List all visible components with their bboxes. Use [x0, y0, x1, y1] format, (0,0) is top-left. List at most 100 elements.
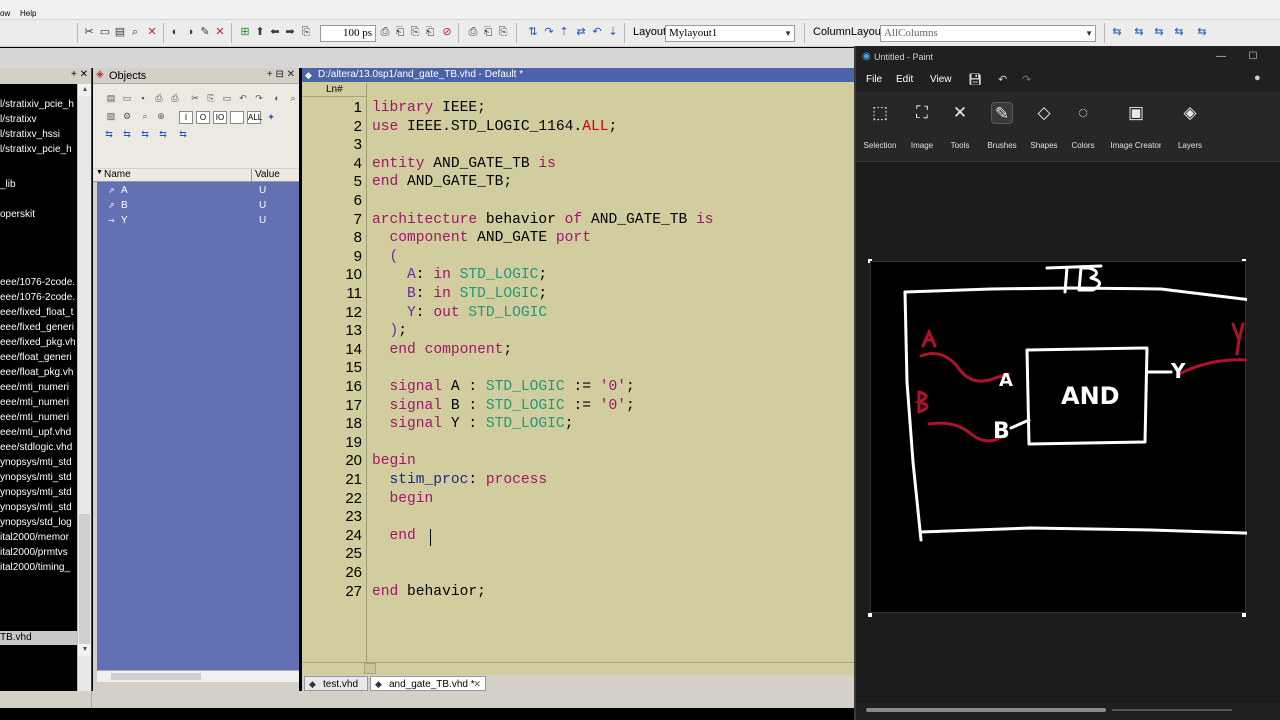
- ribbon-image[interactable]: ⛶ Image: [904, 102, 940, 158]
- step-current-icon[interactable]: ↶: [590, 25, 604, 39]
- library-item[interactable]: eee/fixed_pkg.vh: [0, 336, 77, 350]
- forward-arrow-icon[interactable]: ➡: [283, 25, 297, 39]
- save-icon[interactable]: 💾︎: [968, 73, 982, 86]
- library-item[interactable]: eee/fixed_float_t: [0, 306, 77, 320]
- step-over-icon[interactable]: ⎗: [481, 25, 495, 39]
- code-line[interactable]: B: in STD_LOGIC;: [372, 285, 547, 303]
- wave-add-2-icon[interactable]: ⇆: [121, 128, 133, 140]
- code-line[interactable]: end AND_GATE_TB;: [372, 173, 512, 191]
- library-item[interactable]: ital2000/prmtvs: [0, 546, 77, 560]
- scroll-up-icon[interactable]: ▲: [78, 84, 91, 96]
- code-line[interactable]: (: [372, 248, 399, 266]
- library-item[interactable]: eee/float_generi: [0, 351, 77, 365]
- undo-icon[interactable]: ↶: [998, 73, 1007, 86]
- up-arrow-icon[interactable]: ⬆: [253, 25, 267, 39]
- wave-icon[interactable]: ⊞: [238, 25, 252, 39]
- maximize-icon[interactable]: ☐: [1246, 46, 1260, 68]
- new-icon[interactable]: ▤: [105, 92, 117, 104]
- step-return-icon[interactable]: ⇄: [574, 25, 588, 39]
- library-scrollbar[interactable]: ▲ ▼: [77, 84, 91, 708]
- wave-add-5-icon[interactable]: ⇆: [177, 128, 189, 140]
- library-item[interactable]: _lib: [0, 178, 77, 192]
- library-item[interactable]: ynopsys/std_log: [0, 516, 77, 530]
- code-line[interactable]: stim_proc: process: [372, 471, 548, 489]
- wave-add-4-icon[interactable]: ⇆: [157, 128, 169, 140]
- scroll-thumb[interactable]: [364, 663, 376, 674]
- tab-and-gate-tb-vhd[interactable]: ◆ and_gate_TB.vhd * ✕: [370, 676, 486, 691]
- library-item[interactable]: l/stratixv_pcie_h: [0, 143, 77, 157]
- object-row[interactable]: ⇗ A U: [97, 183, 299, 198]
- filter-internal-button[interactable]: [230, 111, 244, 124]
- layout-dropdown[interactable]: Mylayout1 ▼: [665, 25, 795, 42]
- open-icon[interactable]: ▭: [121, 92, 133, 104]
- paint-menu-edit[interactable]: Edit: [896, 74, 913, 85]
- copy-icon[interactable]: ▤: [113, 25, 127, 39]
- gear-icon[interactable]: ⚙: [121, 110, 133, 122]
- column-name[interactable]: Name: [104, 169, 131, 180]
- filter-all-button[interactable]: ALL: [247, 111, 262, 124]
- library-item[interactable]: ynopsys/mti_std: [0, 501, 77, 515]
- code-line[interactable]: architecture behavior of AND_GATE_TB is: [372, 211, 714, 229]
- library-item[interactable]: eee/mti_numeri: [0, 396, 77, 410]
- code-line[interactable]: signal B : STD_LOGIC := '0';: [372, 397, 635, 415]
- library-item[interactable]: eee/float_pkg.vh: [0, 366, 77, 380]
- ribbon-selection[interactable]: ⬚ Selection: [862, 102, 898, 158]
- ribbon-brushes[interactable]: ✎ Brushes: [984, 102, 1020, 158]
- library-item[interactable]: ynopsys/mti_std: [0, 471, 77, 485]
- run-length-input[interactable]: 100 ps: [320, 25, 376, 42]
- wave-zoom-full-icon[interactable]: ⇆: [1172, 25, 1186, 39]
- run-icon[interactable]: ⎙: [378, 25, 392, 39]
- print-2-icon[interactable]: ⎙: [169, 92, 181, 104]
- close-icon[interactable]: ✕: [473, 677, 481, 692]
- run-all-2-icon[interactable]: ⎗: [423, 25, 437, 39]
- library-item[interactable]: eee/mti_numeri: [0, 381, 77, 395]
- library-item[interactable]: eee/1076-2code.: [0, 291, 77, 305]
- library-item[interactable]: ital2000/timing_: [0, 561, 77, 575]
- step-out-icon[interactable]: ⎘: [496, 25, 510, 39]
- library-item[interactable]: ynopsys/mti_std: [0, 456, 77, 470]
- close-icon[interactable]: + ⊟ ✕: [267, 69, 295, 80]
- code-line[interactable]: use IEEE.STD_LOGIC_1164.ALL;: [372, 118, 617, 136]
- code-line[interactable]: signal A : STD_LOGIC := '0';: [372, 378, 635, 396]
- library-item[interactable]: eee/1076-2code.: [0, 276, 77, 290]
- step-into-icon[interactable]: ⇅: [526, 25, 540, 39]
- paint-menu-view[interactable]: View: [930, 74, 952, 85]
- object-row[interactable]: ⇗ B U: [97, 198, 299, 213]
- object-row[interactable]: ⇝ Y U: [97, 213, 299, 228]
- undo-icon[interactable]: ↶: [237, 92, 249, 104]
- wand-icon[interactable]: ✦: [265, 111, 277, 123]
- library-item[interactable]: ynopsys/mti_std: [0, 486, 77, 500]
- paste-icon[interactable]: ▭: [221, 92, 233, 104]
- paint-menu-file[interactable]: File: [866, 74, 882, 85]
- continue-icon[interactable]: ⎗: [393, 25, 407, 39]
- ribbon-shapes[interactable]: ◇ Shapes: [1026, 102, 1062, 158]
- paint-horizontal-scrollbar[interactable]: [856, 705, 1280, 715]
- ribbon-colors[interactable]: ◌ Colors: [1066, 102, 1100, 158]
- code-line[interactable]: end: [372, 527, 425, 545]
- code-line[interactable]: end component;: [372, 341, 513, 359]
- code-line[interactable]: entity AND_GATE_TB is: [372, 155, 556, 173]
- close-icon[interactable]: + ✕: [71, 69, 88, 80]
- filter-input-button[interactable]: I: [179, 111, 193, 124]
- delete-icon[interactable]: ✕: [145, 25, 159, 39]
- break-icon[interactable]: ✕: [213, 25, 227, 39]
- wave-add-3-icon[interactable]: ⇆: [139, 128, 151, 140]
- code-line[interactable]: begin: [372, 452, 416, 470]
- search-icon[interactable]: ⌕: [139, 110, 151, 122]
- menu-item-help[interactable]: Help: [20, 9, 36, 18]
- copy-icon[interactable]: ⎘: [205, 92, 217, 104]
- compile-icon[interactable]: ◐: [168, 25, 182, 39]
- zoom-icon[interactable]: ⊕: [155, 110, 167, 122]
- ribbon-image-creator[interactable]: ▣ Image Creator: [1108, 102, 1164, 158]
- library-item[interactable]: TB.vhd: [0, 631, 77, 645]
- code-line[interactable]: end behavior;: [372, 583, 486, 601]
- compile-all-icon[interactable]: ◑: [183, 25, 197, 39]
- sort-icon[interactable]: ▼: [96, 169, 103, 176]
- code-line[interactable]: signal Y : STD_LOGIC;: [372, 415, 574, 433]
- step-down-icon[interactable]: ⇣: [606, 25, 620, 39]
- ribbon-tools[interactable]: ✕ Tools: [944, 102, 976, 158]
- menu-item-window[interactable]: ow: [0, 9, 10, 18]
- library-item[interactable]: ital2000/memor: [0, 531, 77, 545]
- library-item[interactable]: l/stratixv: [0, 113, 77, 127]
- code-line[interactable]: begin: [372, 490, 434, 508]
